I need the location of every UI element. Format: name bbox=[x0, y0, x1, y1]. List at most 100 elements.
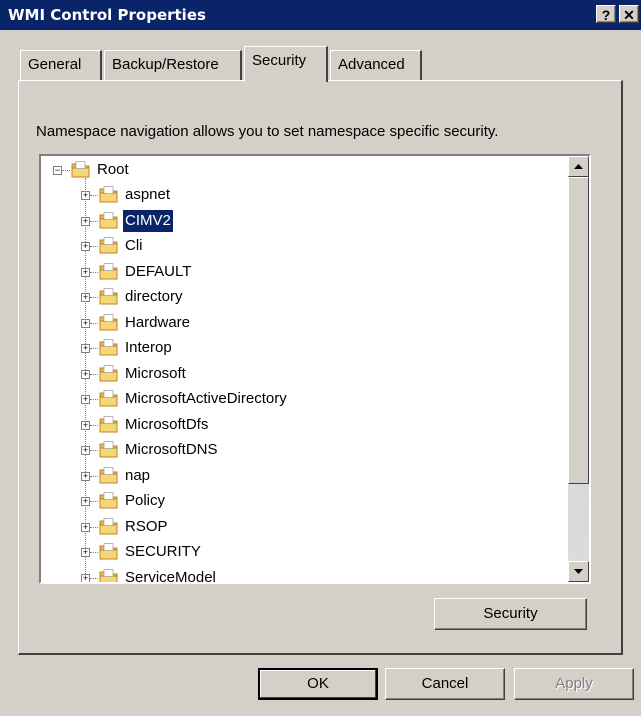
folder-icon bbox=[99, 288, 118, 305]
folder-icon bbox=[71, 161, 90, 178]
scroll-down-arrow-icon bbox=[574, 569, 583, 574]
tree-connector bbox=[90, 373, 98, 375]
tree-node-rsop[interactable]: + RSOP bbox=[41, 516, 561, 540]
expand-toggle[interactable]: + bbox=[81, 293, 90, 302]
folder-icon bbox=[99, 313, 118, 330]
folder-icon bbox=[99, 415, 118, 432]
namespace-tree[interactable]: − Root + aspnet + CIMV2 + Cli + DEFAULT + directory… bbox=[39, 154, 591, 584]
tree-connector bbox=[90, 271, 98, 273]
expand-toggle[interactable]: + bbox=[81, 420, 90, 430]
tree-node-label: nap bbox=[125, 466, 151, 484]
tree-node-nap[interactable]: + nap bbox=[41, 465, 561, 489]
expand-toggle[interactable]: + bbox=[81, 573, 90, 582]
tree-node-label: MicrosoftActiveDirectory bbox=[125, 390, 287, 407]
apply-button[interactable]: Apply bbox=[514, 668, 634, 700]
expand-toggle[interactable]: + bbox=[81, 242, 90, 251]
tree-node-label: DEFAULT bbox=[125, 262, 192, 280]
tree-node-security[interactable]: + SECURITY bbox=[41, 541, 561, 565]
security-button[interactable]: Security bbox=[434, 598, 587, 630]
tree-connector bbox=[90, 501, 98, 502]
tree-node-label: Interop bbox=[125, 339, 172, 356]
expand-toggle[interactable]: + bbox=[81, 267, 90, 277]
tree-connector bbox=[90, 450, 98, 451]
folder-icon bbox=[99, 492, 118, 509]
tree-node-label: Hardware bbox=[125, 313, 191, 331]
title-bar[interactable]: WMI Control Properties ? ✕ bbox=[0, 0, 641, 30]
tree-connector bbox=[90, 552, 98, 553]
tree-connector bbox=[90, 424, 98, 426]
folder-icon bbox=[99, 543, 118, 560]
tree-connector bbox=[90, 322, 98, 324]
tree-node-cimv2[interactable]: + CIMV2 bbox=[41, 208, 561, 234]
tree-vertical-scrollbar[interactable] bbox=[568, 156, 589, 582]
tree-node-interop[interactable]: + Interop bbox=[41, 337, 561, 361]
expand-toggle[interactable]: + bbox=[81, 369, 90, 379]
window-title: WMI Control Properties bbox=[8, 6, 206, 24]
folder-icon bbox=[99, 568, 118, 582]
collapse-toggle[interactable]: − bbox=[53, 166, 62, 175]
expand-toggle[interactable]: + bbox=[81, 344, 90, 353]
expand-toggle[interactable]: + bbox=[81, 522, 90, 532]
tree-node-label: CIMV2 bbox=[122, 208, 174, 233]
tree-node-aspnet[interactable]: + aspnet bbox=[41, 184, 561, 208]
close-button[interactable]: ✕ bbox=[619, 5, 639, 23]
folder-icon bbox=[99, 237, 118, 254]
expand-toggle[interactable]: + bbox=[81, 548, 90, 557]
folder-icon bbox=[99, 339, 118, 356]
scroll-thumb[interactable] bbox=[568, 177, 589, 484]
tree-node-label: Root bbox=[97, 161, 129, 178]
expand-toggle[interactable]: + bbox=[81, 471, 90, 481]
tree-node-microsoftdns[interactable]: + MicrosoftDNS bbox=[41, 439, 561, 463]
folder-icon bbox=[99, 466, 118, 483]
tree-node-policy[interactable]: + Policy bbox=[41, 490, 561, 514]
tree-node-label: Microsoft bbox=[125, 364, 186, 382]
tree-connector bbox=[90, 195, 98, 196]
expand-toggle[interactable]: + bbox=[81, 497, 90, 506]
folder-icon bbox=[99, 364, 118, 381]
tree-connector bbox=[62, 170, 70, 171]
folder-icon bbox=[99, 441, 118, 458]
tree-node-microsoftdfs[interactable]: + MicrosoftDfs bbox=[41, 414, 561, 438]
tree-connector bbox=[90, 246, 98, 247]
tree-node-root[interactable]: − Root bbox=[41, 159, 561, 183]
tree-node-label: RSOP bbox=[125, 517, 168, 535]
tree-connector bbox=[90, 220, 98, 222]
scroll-down-button[interactable] bbox=[568, 561, 589, 582]
expand-toggle[interactable]: + bbox=[81, 446, 90, 455]
tree-node-label: SECURITY bbox=[125, 543, 201, 560]
tree-node-label: Policy bbox=[125, 492, 166, 509]
tab-general[interactable]: General bbox=[20, 50, 102, 80]
expand-toggle[interactable]: + bbox=[81, 395, 90, 404]
tree-node-label: MicrosoftDfs bbox=[125, 415, 209, 433]
tree-connector bbox=[90, 297, 98, 298]
tree-node-default[interactable]: + DEFAULT bbox=[41, 261, 561, 285]
tree-node-servicemodel[interactable]: + ServiceModel bbox=[41, 567, 561, 582]
tree-node-microsoft[interactable]: + Microsoft bbox=[41, 363, 561, 387]
scroll-track[interactable] bbox=[568, 484, 589, 561]
tab-advanced[interactable]: Advanced bbox=[330, 50, 422, 80]
help-button[interactable]: ? bbox=[596, 5, 616, 23]
expand-toggle[interactable]: + bbox=[81, 318, 90, 328]
namespace-tree-items: − Root + aspnet + CIMV2 + Cli + DEFAULT + directory… bbox=[41, 156, 568, 582]
ok-button[interactable]: OK bbox=[258, 668, 378, 700]
folder-icon bbox=[99, 186, 118, 203]
scroll-up-button[interactable] bbox=[568, 156, 589, 177]
folder-icon bbox=[99, 390, 118, 407]
tree-node-microsoftactivedirectory[interactable]: + MicrosoftActiveDirectory bbox=[41, 388, 561, 412]
tree-node-label: directory bbox=[125, 288, 183, 305]
folder-icon bbox=[99, 262, 118, 279]
expand-toggle[interactable]: + bbox=[81, 216, 90, 226]
tree-node-hardware[interactable]: + Hardware bbox=[41, 312, 561, 336]
expand-toggle[interactable]: + bbox=[81, 191, 90, 200]
tree-connector bbox=[90, 577, 98, 579]
namespace-description: Namespace navigation allows you to set n… bbox=[36, 123, 499, 140]
tree-node-directory[interactable]: + directory bbox=[41, 286, 561, 310]
tree-node-label: MicrosoftDNS bbox=[125, 441, 218, 458]
cancel-button[interactable]: Cancel bbox=[385, 668, 505, 700]
tree-node-label: aspnet bbox=[125, 186, 171, 203]
tab-backup-restore[interactable]: Backup/Restore bbox=[104, 50, 242, 80]
scroll-up-arrow-icon bbox=[574, 164, 583, 169]
tree-node-cli[interactable]: + Cli bbox=[41, 235, 561, 259]
tab-security[interactable]: Security bbox=[244, 46, 328, 82]
tree-connector bbox=[90, 399, 98, 400]
